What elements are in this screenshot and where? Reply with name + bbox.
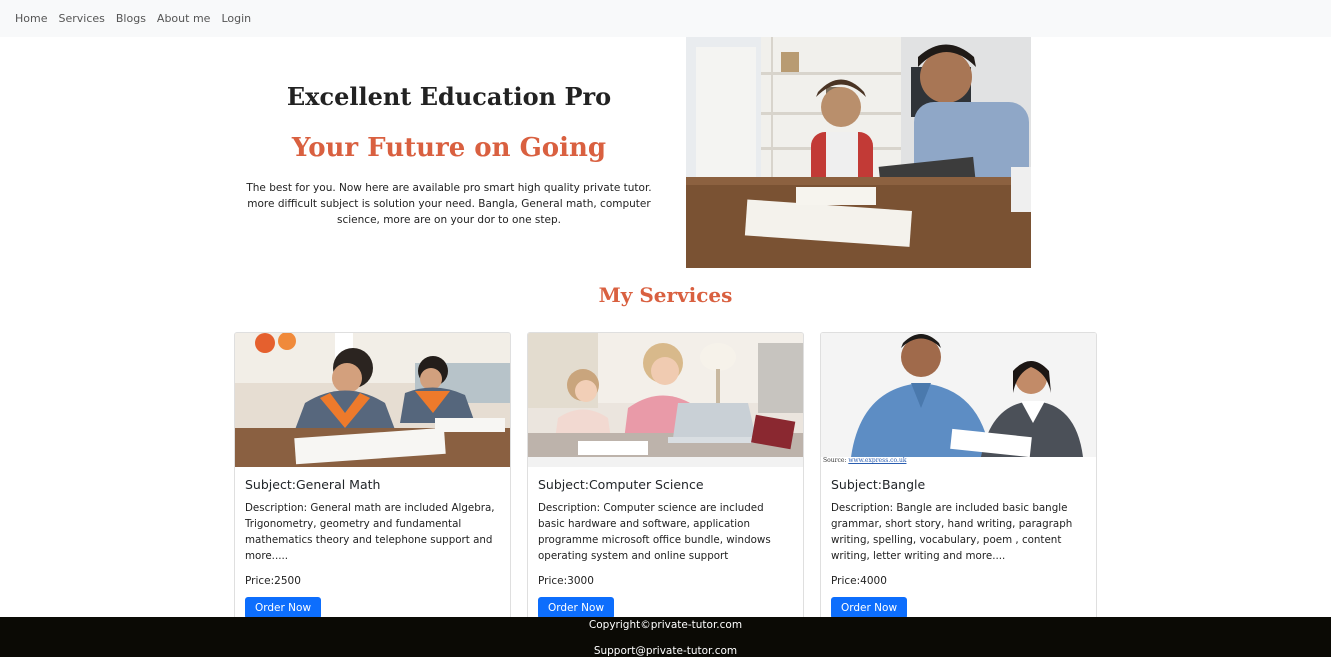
nav-about-link[interactable]: About me xyxy=(157,12,211,25)
card-description: Description: Bangle are included basic b… xyxy=(831,502,1073,562)
order-now-button[interactable]: Order Now xyxy=(245,597,322,619)
card-description: Description: Computer science are includ… xyxy=(538,502,771,562)
service-card-computer-science: Subject:Computer Science Description: Co… xyxy=(527,332,804,632)
card-price: Price:4000 xyxy=(831,575,887,587)
card-body: Subject:Bangle Description: Bangle are i… xyxy=(821,467,1096,619)
hero-tutoring-photo xyxy=(686,37,1031,268)
bangle-photo: Source: www.express.co.uk xyxy=(821,333,1096,467)
nav-home-link[interactable]: Home xyxy=(15,12,47,25)
card-subject: Subject:General Math xyxy=(245,477,381,492)
services-section-title: My Services xyxy=(598,283,733,307)
order-now-button[interactable]: Order Now xyxy=(831,597,908,619)
nav-login-link[interactable]: Login xyxy=(221,12,251,25)
card-price: Price:3000 xyxy=(538,575,594,587)
footer-copyright: Copyright©private-tutor.com xyxy=(588,619,743,631)
computer-science-photo xyxy=(528,333,803,467)
general-math-photo xyxy=(235,333,510,467)
hero-title: Excellent Education Pro xyxy=(286,82,612,111)
order-now-button[interactable]: Order Now xyxy=(538,597,615,619)
image-source-link[interactable]: www.express.co.uk xyxy=(848,457,906,464)
service-card-bangle: Source: www.express.co.uk Subject:Bangle… xyxy=(820,332,1097,632)
hero-section: Excellent Education Pro Your Future on G… xyxy=(232,78,666,228)
card-price: Price:2500 xyxy=(245,575,301,587)
nav-services-link[interactable]: Services xyxy=(58,12,104,25)
card-body: Subject:General Math Description: Genera… xyxy=(235,467,510,619)
image-source-prefix: Source: xyxy=(823,457,847,464)
hero-description: The best for you. Now here are available… xyxy=(246,182,652,226)
footer-support-email[interactable]: Support@private-tutor.com xyxy=(0,645,1331,657)
image-source-caption: Source: www.express.co.uk xyxy=(823,457,906,464)
page-footer: Copyright©private-tutor.com Support@priv… xyxy=(0,617,1331,657)
top-navbar: Home Services Blogs About me Login xyxy=(0,0,1331,37)
card-subject: Subject:Bangle xyxy=(831,477,926,492)
hero-subtitle: Your Future on Going xyxy=(291,133,607,163)
card-subject: Subject:Computer Science xyxy=(538,477,704,492)
card-description: Description: General math are included A… xyxy=(245,502,495,562)
service-card-general-math: Subject:General Math Description: Genera… xyxy=(234,332,511,632)
card-body: Subject:Computer Science Description: Co… xyxy=(528,467,803,619)
nav-blogs-link[interactable]: Blogs xyxy=(116,12,146,25)
